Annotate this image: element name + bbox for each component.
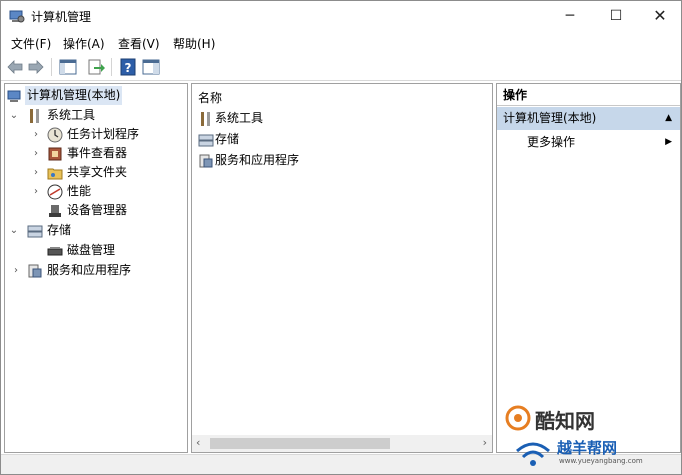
computer-management-icon: [7, 90, 21, 102]
back-icon[interactable]: [5, 57, 25, 77]
actions-section-computer-management[interactable]: 计算机管理(本地) ▲: [497, 107, 680, 130]
tree-item-shared-folders[interactable]: › 共享文件夹: [7, 163, 185, 182]
tree-item-device-manager[interactable]: 设备管理器: [7, 201, 185, 220]
more-actions-label: 更多操作: [527, 135, 576, 149]
services-icon: [28, 264, 42, 278]
tree-label-shared-folders: 共享文件夹: [67, 165, 128, 179]
menu-file[interactable]: 文件(F): [11, 35, 51, 52]
maximize-button[interactable]: ☐: [593, 1, 639, 31]
chevron-right-icon[interactable]: ›: [31, 125, 41, 144]
chevron-right-icon[interactable]: ›: [31, 163, 41, 182]
show-tree-icon[interactable]: [58, 57, 78, 77]
watermark-url: www.yueyangbang.com: [559, 457, 643, 465]
minimize-button[interactable]: ─: [547, 1, 593, 31]
event-viewer-icon: [48, 147, 62, 161]
tree-label-services: 服务和应用程序: [47, 263, 132, 277]
tree-item-task-scheduler[interactable]: › 任务计划程序: [7, 125, 185, 144]
shared-folder-icon: [47, 168, 63, 180]
column-header-name[interactable]: 名称: [198, 89, 222, 106]
watermark-logo-icon: [505, 405, 531, 431]
watermark-site-name: 越羊帮网: [557, 439, 618, 457]
watermark: 酷知网 越羊帮网 www.yueyangbang.com: [475, 399, 675, 473]
watermark-text: 酷知网: [535, 409, 595, 433]
tree-label-storage: 存储: [47, 223, 72, 237]
window-title: 计算机管理: [31, 10, 92, 24]
menu-bar: 文件(F) 操作(A) 查看(V) 帮助(H): [1, 31, 681, 53]
actions-header: 操作: [497, 84, 680, 106]
scroll-left-icon[interactable]: ‹: [196, 436, 200, 449]
tree-item-system-tools[interactable]: ⌄ 系统工具: [7, 106, 185, 125]
tree-label-device-manager: 设备管理器: [67, 203, 128, 217]
clock-icon: [47, 127, 63, 143]
toolbar: ?: [1, 54, 681, 81]
console-tree-pane[interactable]: 计算机管理(本地) ⌄ 系统工具 › 任务计划程序 › 事件查看器 › 共享文件…: [4, 83, 188, 453]
help-icon[interactable]: ?: [118, 57, 138, 77]
list-item-label: 服务和应用程序: [215, 153, 300, 167]
horizontal-scrollbar[interactable]: ‹ ›: [192, 435, 492, 452]
tree-label-performance: 性能: [67, 184, 92, 198]
actions-pane: 操作 计算机管理(本地) ▲ 更多操作 ▶: [496, 83, 681, 453]
performance-icon: [47, 184, 63, 200]
tree-item-event-viewer[interactable]: › 事件查看器: [7, 144, 185, 163]
disk-management-icon: [47, 247, 63, 256]
toolbar-separator: [111, 58, 112, 76]
export-icon[interactable]: [86, 57, 106, 77]
actions-section-label: 计算机管理(本地): [503, 111, 597, 125]
show-action-pane-icon[interactable]: [141, 57, 161, 77]
chevron-right-icon[interactable]: ›: [11, 261, 21, 280]
menu-action[interactable]: 操作(A): [63, 35, 105, 52]
storage-icon: [27, 225, 43, 238]
scrollbar-thumb[interactable]: [210, 438, 390, 449]
tree-label-task-scheduler: 任务计划程序: [67, 127, 140, 141]
computer-management-window: 计算机管理 ─ ☐ ✕ 文件(F) 操作(A) 查看(V) 帮助(H) ? 计算…: [0, 0, 682, 475]
chevron-down-icon[interactable]: ⌄: [9, 106, 19, 125]
tree-item-performance[interactable]: › 性能: [7, 182, 185, 201]
collapse-up-icon[interactable]: ▲: [665, 107, 672, 130]
menu-view[interactable]: 查看(V): [118, 35, 160, 52]
results-pane[interactable]: 名称 系统工具 存储 服务和应用程序 ‹ ›: [191, 83, 493, 453]
list-item-label: 系统工具: [215, 111, 264, 125]
chevron-down-icon[interactable]: ⌄: [9, 221, 19, 240]
svg-text:?: ?: [125, 61, 132, 75]
tree-item-services[interactable]: › 服务和应用程序: [7, 261, 185, 280]
menu-help[interactable]: 帮助(H): [173, 35, 215, 52]
wifi-icon: [516, 442, 550, 466]
forward-icon[interactable]: [26, 57, 46, 77]
toolbar-separator: [51, 58, 52, 76]
tree-item-storage[interactable]: ⌄ 存储: [7, 221, 185, 240]
tree-label-root: 计算机管理(本地): [25, 86, 123, 105]
device-manager-icon: [49, 205, 61, 217]
tree-label-event-viewer: 事件查看器: [67, 146, 128, 160]
chevron-right-icon[interactable]: ›: [31, 182, 41, 201]
services-icon: [199, 154, 213, 168]
storage-icon: [198, 134, 214, 147]
tree-label-system-tools: 系统工具: [47, 108, 96, 122]
tree-item-root[interactable]: 计算机管理(本地): [7, 86, 185, 105]
tree-item-disk-management[interactable]: 磁盘管理: [7, 241, 185, 260]
chevron-right-icon[interactable]: ›: [31, 144, 41, 163]
close-button[interactable]: ✕: [637, 1, 682, 31]
submenu-arrow-icon: ▶: [665, 137, 672, 147]
title-bar[interactable]: 计算机管理 ─ ☐ ✕: [1, 1, 681, 31]
tree-label-disk-management: 磁盘管理: [67, 243, 116, 257]
system-tools-icon: [30, 109, 39, 123]
system-tools-icon: [201, 112, 210, 126]
list-item-label: 存储: [215, 132, 240, 146]
more-actions-item[interactable]: 更多操作 ▶: [497, 131, 680, 153]
computer-management-icon: [9, 10, 25, 23]
